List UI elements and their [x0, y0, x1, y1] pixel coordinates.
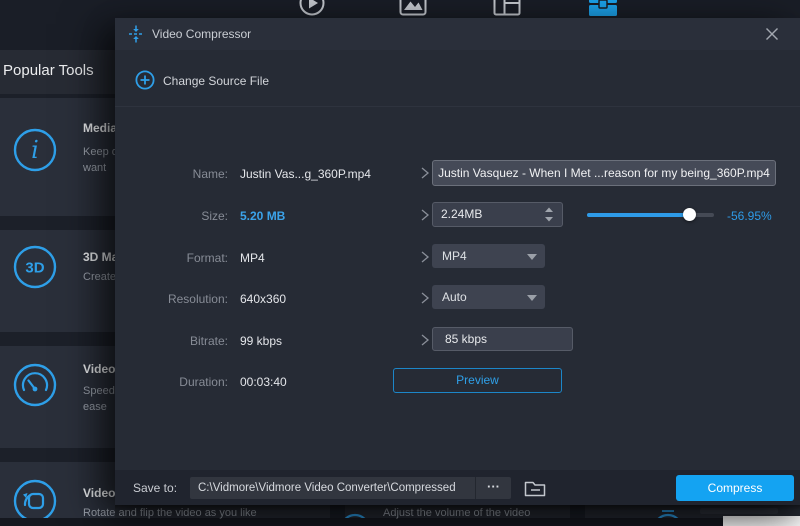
- size-current-value: 5.20 MB: [240, 209, 285, 223]
- browse-folder-button[interactable]: ···: [475, 477, 511, 499]
- info-icon: i: [13, 128, 57, 172]
- compression-slider-fill: [587, 213, 690, 217]
- format-current-value: MP4: [240, 251, 265, 265]
- tool-desc: ease: [83, 401, 107, 413]
- save-to-label: Save to:: [133, 481, 177, 495]
- chevron-down-icon: [526, 253, 538, 261]
- tool-desc: Create: [83, 271, 116, 283]
- svg-text:i: i: [31, 136, 39, 164]
- chevron-down-icon: [526, 294, 538, 302]
- bitrate-input[interactable]: 85 kbps: [432, 327, 573, 351]
- tool-desc: want: [83, 162, 106, 174]
- name-label: Name:: [148, 167, 228, 181]
- size-label: Size:: [148, 209, 228, 223]
- foreign-window-corner: [723, 516, 800, 526]
- open-folder-icon[interactable]: [523, 479, 547, 498]
- bottom-edge: [0, 518, 800, 526]
- tab-mv-icon[interactable]: [398, 0, 428, 17]
- 3d-icon: 3D: [13, 245, 57, 289]
- app-root: Popular Tools i Media M Keep or want 3D …: [0, 0, 800, 526]
- resolution-current-value: 640x360: [240, 292, 286, 306]
- speedometer-icon: [13, 363, 57, 407]
- name-input[interactable]: Justin Vasquez - When I Met ...reason fo…: [432, 160, 776, 186]
- resolution-label: Resolution:: [148, 292, 228, 306]
- chevron-right-icon: [420, 208, 430, 222]
- popular-tools-title: Popular Tools: [3, 62, 94, 79]
- footer-shadow: [115, 505, 800, 511]
- bitrate-label: Bitrate:: [148, 334, 228, 348]
- compress-button[interactable]: Compress: [676, 475, 794, 501]
- save-path-input[interactable]: C:\Vidmore\Vidmore Video Converter\Compr…: [190, 477, 475, 499]
- chevron-right-icon: [420, 333, 430, 347]
- compressor-icon: [127, 25, 145, 43]
- divider: [115, 106, 800, 107]
- close-icon[interactable]: [764, 26, 780, 42]
- chevron-right-icon: [420, 166, 430, 180]
- tab-collage-icon[interactable]: [492, 0, 522, 17]
- add-circle-icon: [135, 70, 155, 90]
- bitrate-current-value: 99 kbps: [240, 334, 282, 348]
- dialog-title: Video Compressor: [152, 27, 251, 41]
- duration-current-value: 00:03:40: [240, 375, 287, 389]
- change-source-file-button[interactable]: Change Source File: [163, 74, 269, 88]
- preview-button[interactable]: Preview: [393, 368, 562, 393]
- svg-text:3D: 3D: [25, 260, 44, 277]
- chevron-right-icon: [420, 291, 430, 305]
- tab-player-icon[interactable]: [297, 0, 327, 17]
- duration-label: Duration:: [148, 375, 228, 389]
- format-label: Format:: [148, 251, 228, 265]
- size-stepper[interactable]: [543, 206, 555, 223]
- chevron-right-icon: [420, 250, 430, 264]
- compression-percent: -56.95%: [727, 209, 772, 223]
- name-current-value: Justin Vas...g_360P.mp4: [240, 167, 371, 181]
- compression-slider-thumb[interactable]: [683, 208, 696, 221]
- rotate-icon: [13, 479, 57, 523]
- tab-toolbox-icon-active[interactable]: [586, 0, 620, 20]
